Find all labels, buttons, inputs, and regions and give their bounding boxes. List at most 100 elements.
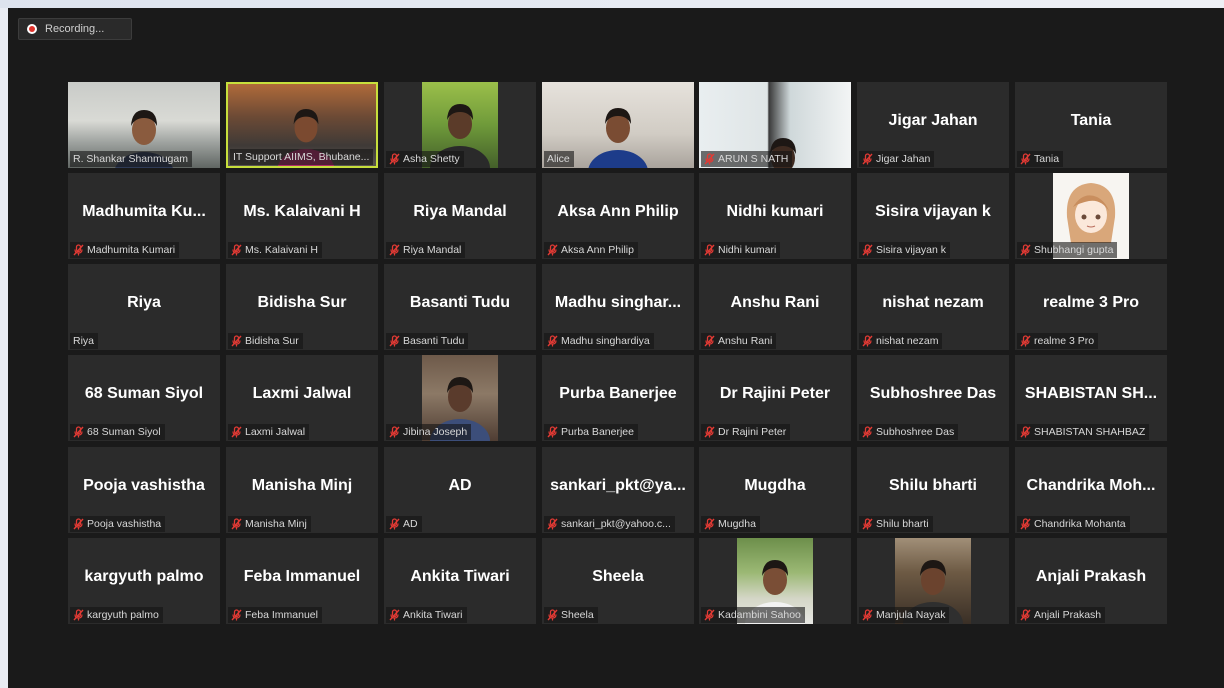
participant-tile[interactable]: Asha Shetty [384,82,536,168]
participant-name-label: Manjula Nayak [859,607,950,623]
mic-muted-icon [231,609,242,621]
mic-muted-icon [1020,518,1031,530]
participant-tile[interactable]: Sisira vijayan k Sisira vijayan k [857,173,1009,259]
participant-name-label: Jibina Joseph [386,424,472,440]
participant-tile[interactable]: Purba Banerjee Purba Banerjee [542,355,694,441]
participant-tile[interactable]: Manjula Nayak [857,538,1009,624]
participant-name-text: realme 3 Pro [1034,335,1095,347]
participant-tile[interactable]: Jigar Jahan Jigar Jahan [857,82,1009,168]
mic-muted-icon [862,518,873,530]
mic-muted-icon [389,153,400,165]
participant-name-label: Ms. Kalaivani H [228,242,322,258]
participant-tile[interactable]: Tania Tania [1015,82,1167,168]
participant-tile[interactable]: Shilu bharti Shilu bharti [857,447,1009,533]
participant-tile[interactable]: R. Shankar Shanmugam [68,82,220,168]
participant-tile[interactable]: Riya Riya [68,264,220,350]
participant-name-text: Aksa Ann Philip [561,244,634,256]
mic-muted-icon [73,426,84,438]
participant-tile[interactable]: Madhu singhar... Madhu singhardiya [542,264,694,350]
mic-muted-icon [704,244,715,256]
participant-tile[interactable]: 68 Suman Siyol 68 Suman Siyol [68,355,220,441]
participant-tile[interactable]: kargyuth palmo kargyuth palmo [68,538,220,624]
participant-tile[interactable]: nishat nezam nishat nezam [857,264,1009,350]
participant-tile[interactable]: Aksa Ann Philip Aksa Ann Philip [542,173,694,259]
participant-display-name: realme 3 Pro [1042,294,1140,311]
participant-display-name: Mugdha [744,477,806,494]
participant-tile[interactable]: Basanti Tudu Basanti Tudu [384,264,536,350]
participant-tile[interactable]: Feba Immanuel Feba Immanuel [226,538,378,624]
participant-name-label: Madhumita Kumari [70,242,180,258]
participant-name-text: Manjula Nayak [876,609,946,621]
participant-name-label: Sheela [544,607,598,623]
participant-tile[interactable]: Alice [542,82,694,168]
participant-display-name: Bidisha Sur [257,294,347,311]
participant-tile[interactable]: Anshu Rani Anshu Rani [699,264,851,350]
participant-tile[interactable]: realme 3 Pro realme 3 Pro [1015,264,1167,350]
mic-muted-icon [547,335,558,347]
participant-tile[interactable]: Sheela Sheela [542,538,694,624]
participant-tile[interactable]: Riya Mandal Riya Mandal [384,173,536,259]
participant-name-label: Kadambini Sahoo [701,607,805,623]
participant-tile[interactable]: Mugdha Mugdha [699,447,851,533]
participant-display-name: Madhu singhar... [554,294,682,311]
participant-name-label: Sisira vijayan k [859,242,951,258]
participant-tile[interactable]: Manisha Minj Manisha Minj [226,447,378,533]
participant-tile[interactable]: Anjali Prakash Anjali Prakash [1015,538,1167,624]
participant-name-label: ARUN S NATH [701,151,793,167]
participant-display-name: Dr Rajini Peter [719,385,831,402]
participant-name-label: Laxmi Jalwal [228,424,310,440]
participant-display-name: sankari_pkt@ya... [550,477,686,494]
participant-name-text: Basanti Tudu [403,335,465,347]
participant-name-label: Dr Rajini Peter [701,424,791,440]
participant-name-text: Jibina Joseph [403,426,468,438]
participant-name-text: Shilu bharti [876,518,929,530]
participant-tile[interactable]: sankari_pkt@ya... sankari_pkt@yahoo.c... [542,447,694,533]
participant-tile[interactable]: Shubhangi gupta [1015,173,1167,259]
meeting-window: Recording... R. Shankar Shanmugam IT Supp… [8,8,1224,688]
participant-name-label: Manisha Minj [228,516,311,532]
recording-indicator[interactable]: Recording... [18,18,132,40]
participant-tile[interactable]: Jibina Joseph [384,355,536,441]
participant-tile[interactable]: IT Support AIIMS, Bhubane... [226,82,378,168]
mic-muted-icon [73,244,84,256]
mic-muted-icon [862,153,873,165]
mic-muted-icon [73,609,84,621]
mic-muted-icon [547,426,558,438]
participant-display-name: Madhumita Ku... [82,203,206,220]
mic-muted-icon [389,244,400,256]
participant-name-label: Tania [1017,151,1064,167]
participant-tile[interactable]: Chandrika Moh... Chandrika Mohanta [1015,447,1167,533]
participant-name-text: SHABISTAN SHAHBAZ [1034,426,1146,438]
mic-muted-icon [231,426,242,438]
participant-name-text: Manisha Minj [245,518,307,530]
participant-tile[interactable]: Madhumita Ku... Madhumita Kumari [68,173,220,259]
participant-tile[interactable]: Subhoshree Das Subhoshree Das [857,355,1009,441]
participant-tile[interactable]: Ankita Tiwari Ankita Tiwari [384,538,536,624]
participant-tile[interactable]: Kadambini Sahoo [699,538,851,624]
participant-name-text: Pooja vashistha [87,518,162,530]
participant-tile[interactable]: SHABISTAN SH... SHABISTAN SHAHBAZ [1015,355,1167,441]
participant-name-text: Sisira vijayan k [876,244,947,256]
mic-muted-icon [231,518,242,530]
participant-tile[interactable]: Laxmi Jalwal Laxmi Jalwal [226,355,378,441]
participant-name-label: AD [386,516,422,532]
participant-tile[interactable]: Nidhi kumari Nidhi kumari [699,173,851,259]
participant-tile[interactable]: Pooja vashistha Pooja vashistha [68,447,220,533]
participant-display-name: Manisha Minj [251,477,353,494]
mic-muted-icon [862,609,873,621]
participant-display-name: Tania [1070,112,1112,129]
participant-tile[interactable]: Dr Rajini Peter Dr Rajini Peter [699,355,851,441]
mic-muted-icon [704,518,715,530]
participant-display-name: Aksa Ann Philip [557,203,679,220]
participant-tile[interactable]: Ms. Kalaivani H Ms. Kalaivani H [226,173,378,259]
mic-muted-icon [1020,153,1031,165]
participant-name-text: Subhoshree Das [876,426,955,438]
participant-tile[interactable]: AD AD [384,447,536,533]
participant-name-text: Madhu singhardiya [561,335,650,347]
mic-muted-icon [704,609,715,621]
participant-name-text: Riya [73,335,95,347]
participant-name-label: R. Shankar Shanmugam [70,151,192,167]
participant-tile[interactable]: Bidisha Sur Bidisha Sur [226,264,378,350]
participant-name-label: Bidisha Sur [228,333,303,349]
participant-tile[interactable]: ARUN S NATH [699,82,851,168]
